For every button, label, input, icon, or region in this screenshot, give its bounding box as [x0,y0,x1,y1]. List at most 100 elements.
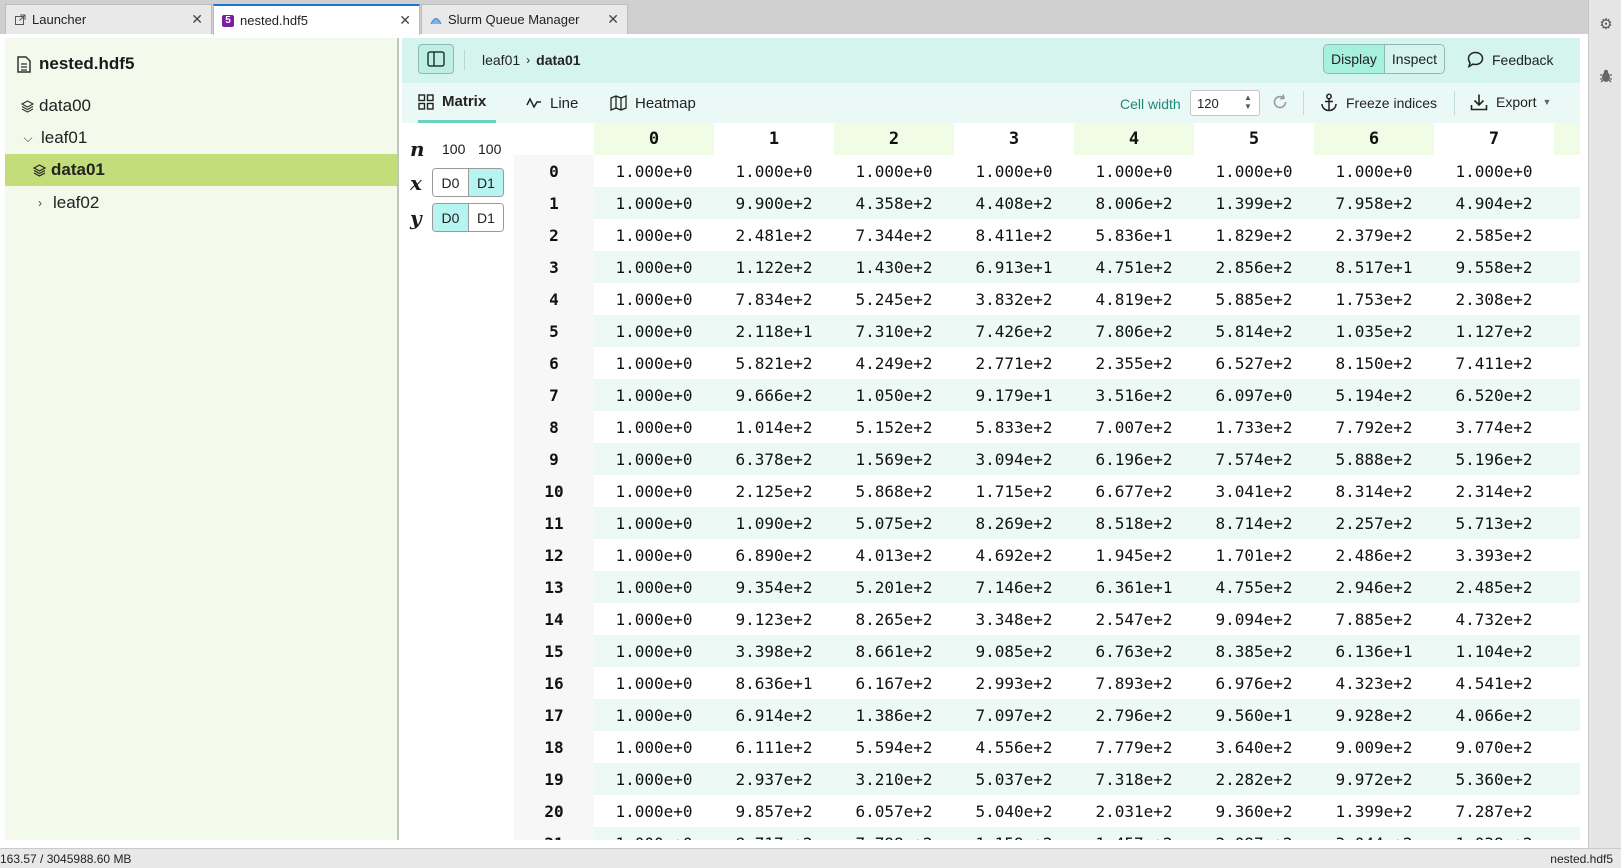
matrix-cell[interactable]: 4.556e+2 [954,731,1074,763]
tree-item-leaf02[interactable]: › leaf02 [5,187,397,219]
matrix-cell[interactable]: 5.152e+2 [834,411,954,443]
matrix-cell[interactable]: 9.070e+2 [1434,731,1554,763]
matrix-cell[interactable]: 6.136e+1 [1314,635,1434,667]
matrix-cell[interactable]: 7.806e+2 [1074,315,1194,347]
matrix-cell[interactable]: 5.836e+1 [1074,219,1194,251]
matrix-cell[interactable]: 9.085e+2 [954,635,1074,667]
matrix-cell[interactable]: 7 [1554,699,1580,731]
matrix-cell[interactable]: 4.755e+2 [1194,571,1314,603]
matrix-cell[interactable]: 3.348e+2 [954,603,1074,635]
tab-heatmap[interactable]: Heatmap [610,83,696,123]
matrix-cell[interactable]: 7.792e+2 [1314,411,1434,443]
matrix-cell[interactable]: 2.486e+2 [1314,539,1434,571]
close-icon[interactable]: ✕ [607,11,619,28]
matrix-cell[interactable]: 8.717e+2 [714,827,834,840]
matrix-cell[interactable]: 4 [1554,283,1580,315]
matrix-cell[interactable]: 8.265e+2 [834,603,954,635]
matrix-cell[interactable]: 1.000e+0 [714,155,834,187]
matrix-cell[interactable]: 1.430e+2 [834,251,954,283]
matrix-cell[interactable]: 1.457e+2 [1074,827,1194,840]
matrix-cell[interactable]: 1.000e+0 [594,187,714,219]
matrix-cell[interactable]: 2 [1554,443,1580,475]
matrix-cell[interactable]: 7 [1554,827,1580,840]
matrix-cell[interactable]: 5.075e+2 [834,507,954,539]
matrix-cell[interactable]: 7.885e+2 [1314,603,1434,635]
matrix-cell[interactable]: 1.000e+0 [594,667,714,699]
matrix-cell[interactable]: 1.050e+2 [834,379,954,411]
breadcrumb-parent[interactable]: leaf01 [482,52,520,68]
matrix-cell[interactable]: 1.000e+0 [594,155,714,187]
matrix-cell[interactable]: 5.594e+2 [834,731,954,763]
matrix-cell[interactable]: 2.485e+2 [1434,571,1554,603]
matrix-cell[interactable]: 9 [1554,763,1580,795]
matrix-cell[interactable]: 1 [1554,795,1580,827]
matrix-cell[interactable]: 2.118e+1 [714,315,834,347]
cell-width-stepper[interactable]: ▲ ▼ [1241,93,1255,113]
matrix-cell[interactable]: 1 [1554,155,1580,187]
matrix-cell[interactable]: 1.000e+0 [1194,155,1314,187]
matrix-cell[interactable]: 3.832e+2 [954,283,1074,315]
matrix-cell[interactable]: 6.378e+2 [714,443,834,475]
display-button[interactable]: Display [1324,45,1384,73]
matrix-cell[interactable]: 1.000e+0 [594,731,714,763]
matrix-cell[interactable]: 6.361e+1 [1074,571,1194,603]
matrix-cell[interactable]: 1.000e+0 [594,475,714,507]
matrix-cell[interactable]: 2 [1554,731,1580,763]
matrix-cell[interactable]: 6.890e+2 [714,539,834,571]
matrix-cell[interactable]: 2.946e+2 [1314,571,1434,603]
matrix-cell[interactable]: 2.308e+2 [1434,283,1554,315]
matrix-cell[interactable]: 5.888e+2 [1314,443,1434,475]
close-icon[interactable]: ✕ [399,12,411,29]
matrix-cell[interactable]: 5.037e+2 [954,763,1074,795]
matrix-cell[interactable]: 1.715e+2 [954,475,1074,507]
matrix-cell[interactable]: 1.000e+0 [954,155,1074,187]
matrix-cell[interactable]: 1.104e+2 [1434,635,1554,667]
matrix-cell[interactable]: 5.833e+2 [954,411,1074,443]
matrix-cell[interactable]: 5.885e+2 [1194,283,1314,315]
matrix-cell[interactable]: 5 [1554,539,1580,571]
matrix-cell[interactable]: 2.097e+2 [1194,827,1314,840]
matrix-cell[interactable]: 9.009e+2 [1314,731,1434,763]
matrix-cell[interactable]: 8.661e+2 [834,635,954,667]
matrix-cell[interactable]: 5.245e+2 [834,283,954,315]
matrix-cell[interactable]: 4.732e+2 [1434,603,1554,635]
tab-launcher[interactable]: Launcher ✕ [5,4,212,34]
matrix-cell[interactable]: 7.426e+2 [954,315,1074,347]
matrix-cell[interactable]: 5 [1554,475,1580,507]
matrix-cell[interactable]: 5.713e+2 [1434,507,1554,539]
x-d0-button[interactable]: D0 [433,169,468,196]
matrix-cell[interactable]: 1.000e+0 [594,411,714,443]
matrix-cell[interactable]: 2.125e+2 [714,475,834,507]
tree-item-leaf01[interactable]: ⌵ leaf01 [5,122,397,154]
inspect-button[interactable]: Inspect [1383,45,1445,73]
matrix-cell[interactable]: 8.314e+2 [1314,475,1434,507]
matrix-cell[interactable]: 1.000e+0 [594,219,714,251]
matrix-cell[interactable]: 9.857e+2 [714,795,834,827]
matrix-cell[interactable]: 2.257e+2 [1314,507,1434,539]
matrix-cell[interactable]: 1.399e+2 [1314,795,1434,827]
matrix-cell[interactable]: 5.194e+2 [1314,379,1434,411]
matrix-cell[interactable]: 1.945e+2 [1074,539,1194,571]
matrix-cell[interactable]: 6 [1554,571,1580,603]
matrix-cell[interactable]: 9.094e+2 [1194,603,1314,635]
matrix-cell[interactable]: 1.000e+0 [1434,155,1554,187]
matrix-cell[interactable]: 9.179e+1 [954,379,1074,411]
matrix-cell[interactable]: 3.210e+2 [834,763,954,795]
matrix-cell[interactable]: 9.928e+2 [1314,699,1434,731]
matrix-cell[interactable]: 1.000e+0 [594,315,714,347]
matrix-cell[interactable]: 7.893e+2 [1074,667,1194,699]
matrix-cell[interactable]: 8.411e+2 [954,219,1074,251]
matrix-cell[interactable]: 6.167e+2 [834,667,954,699]
matrix-cell[interactable]: 1.000e+0 [594,507,714,539]
tab-nested-hdf5[interactable]: 5 nested.hdf5 ✕ [213,4,420,35]
matrix-cell[interactable]: 1.000e+0 [594,347,714,379]
matrix-cell[interactable]: 1.000e+0 [1314,155,1434,187]
matrix-cell[interactable]: 3 [1554,667,1580,699]
matrix-cell[interactable]: 9 [1554,635,1580,667]
matrix-cell[interactable]: 5.868e+2 [834,475,954,507]
matrix-cell[interactable]: 5 [1554,251,1580,283]
matrix-cell[interactable]: 2.585e+2 [1434,219,1554,251]
matrix-cell[interactable]: 4.249e+2 [834,347,954,379]
matrix-cell[interactable]: 6.914e+2 [714,699,834,731]
y-d1-button[interactable]: D1 [468,204,503,231]
